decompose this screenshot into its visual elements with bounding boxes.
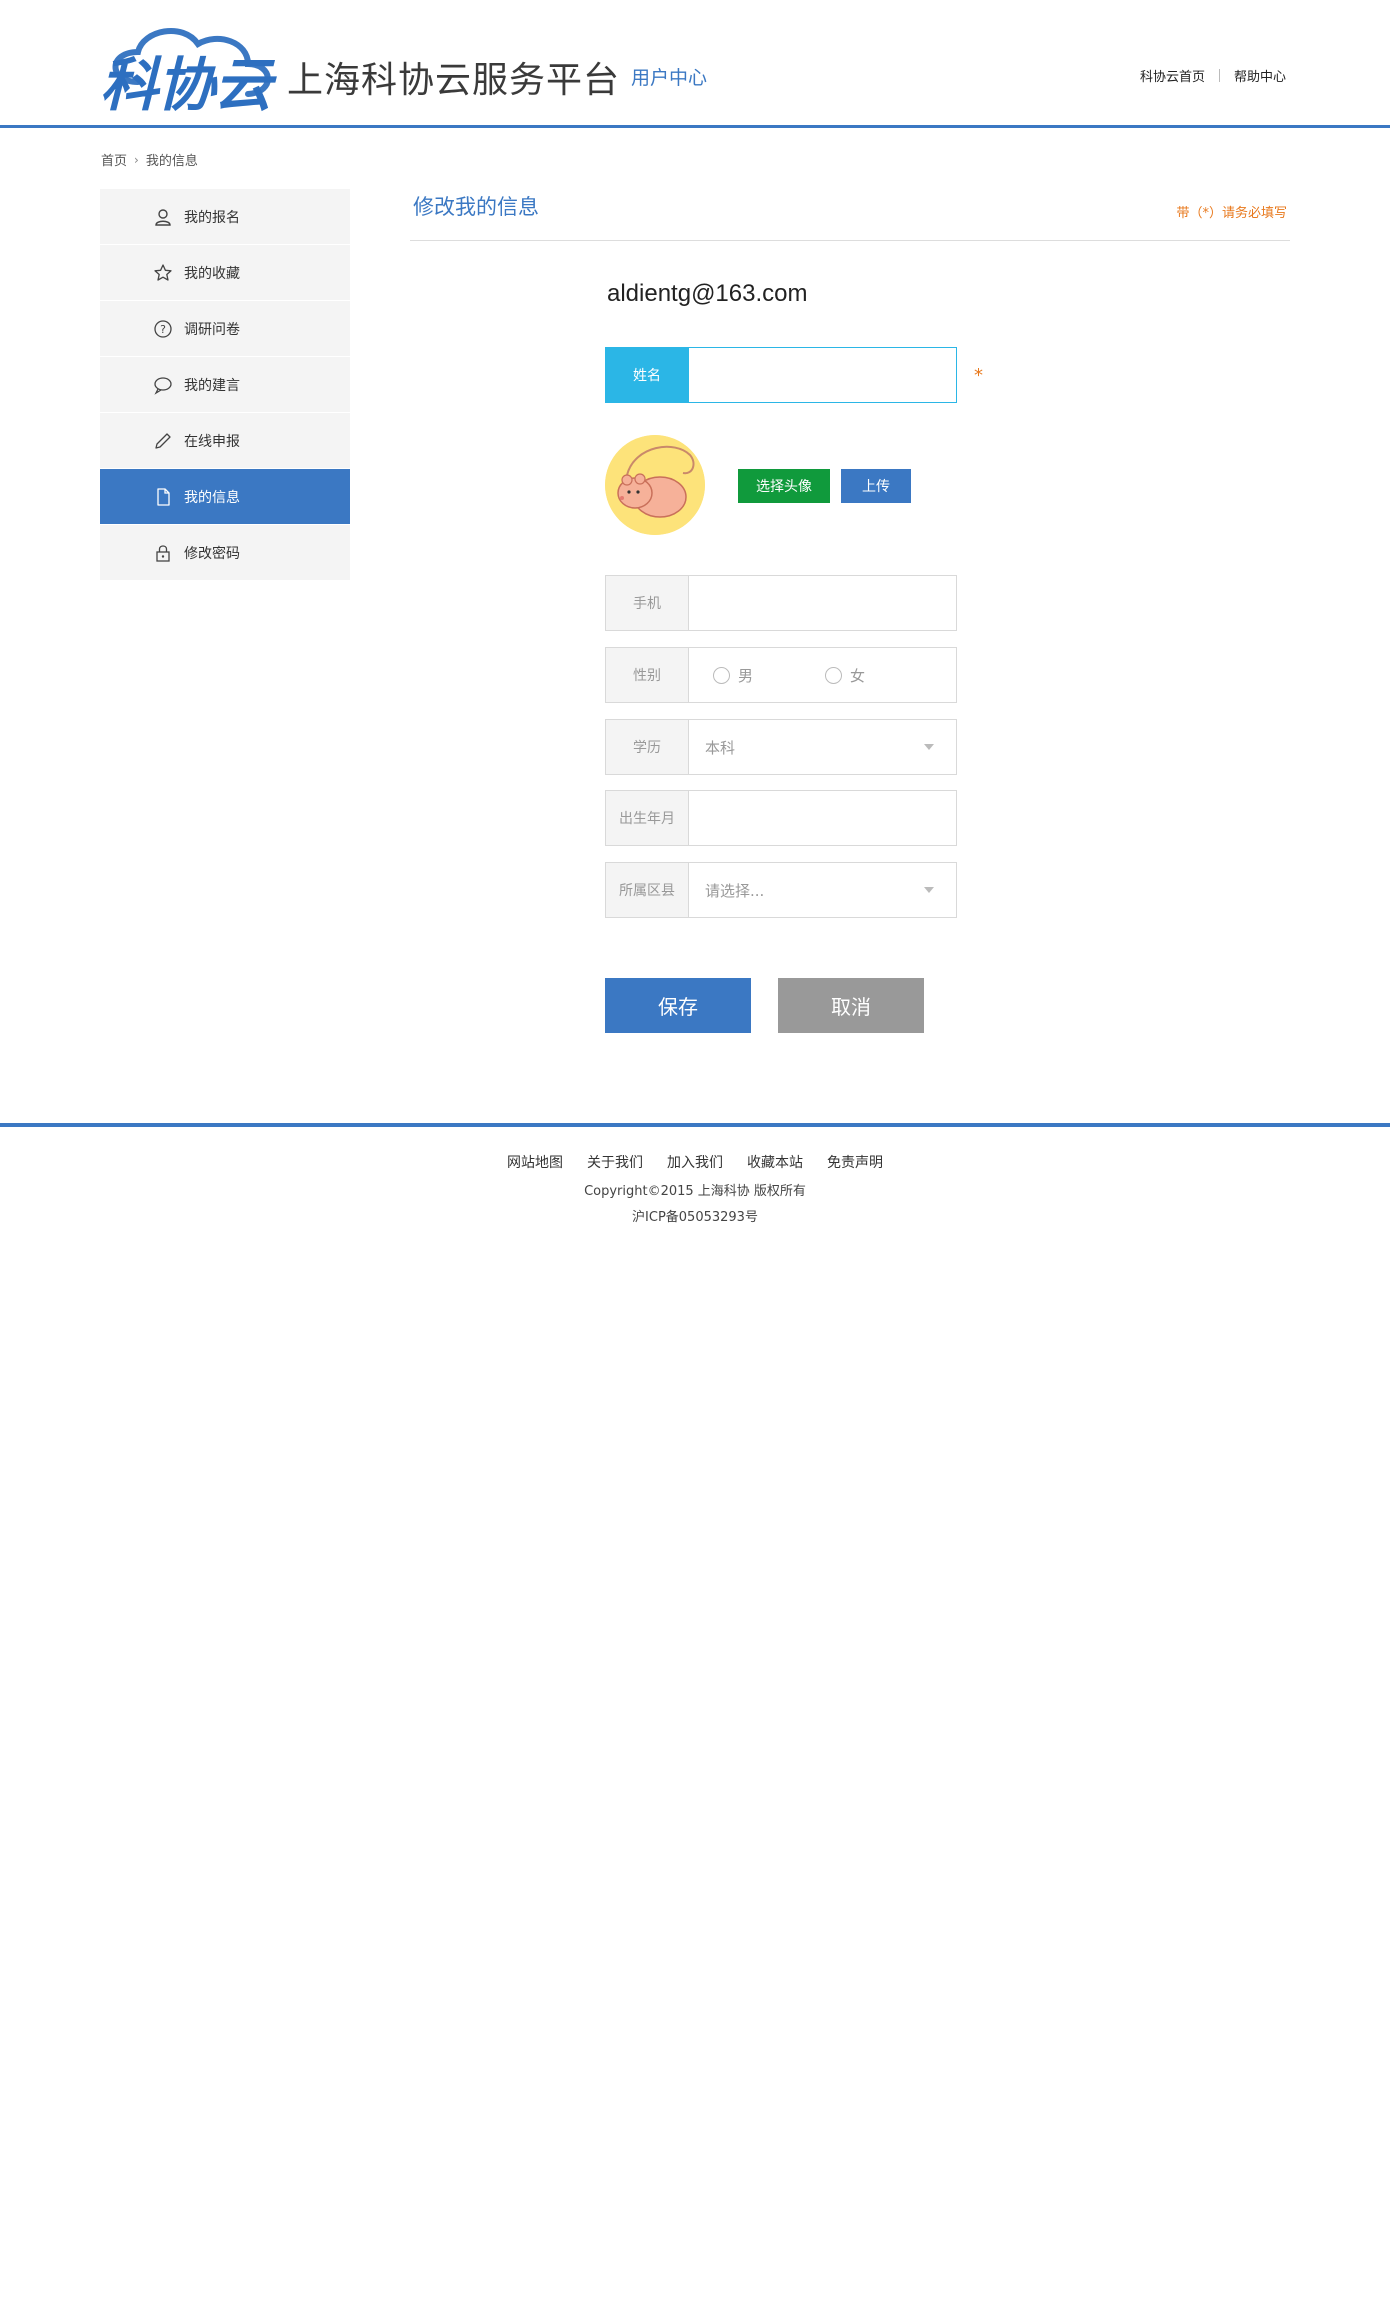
required-asterisk: * xyxy=(974,365,983,386)
copyright: Copyright©2015 上海科协 版权所有 xyxy=(584,1184,806,1199)
user-icon xyxy=(152,206,174,228)
chevron-down-icon xyxy=(924,887,934,893)
help-link[interactable]: 帮助中心 xyxy=(1234,66,1286,85)
radio-label: 男 xyxy=(738,666,754,685)
footer-link-sitemap[interactable]: 网站地图 xyxy=(507,1152,563,1172)
sidebar-item-label: 我的建言 xyxy=(184,377,240,394)
gender-field: 性别 男 女 xyxy=(605,647,957,703)
breadcrumb-current: 我的信息 xyxy=(145,154,198,169)
star-icon xyxy=(152,262,174,284)
sidebar-item-registrations[interactable]: 我的报名 xyxy=(100,189,350,245)
sidebar-item-label: 修改密码 xyxy=(184,545,240,562)
radio-label: 女 xyxy=(850,666,866,685)
document-icon xyxy=(152,486,174,508)
sidebar-item-survey[interactable]: ? 调研问卷 xyxy=(100,301,350,357)
name-input[interactable] xyxy=(705,348,956,402)
radio-circle-icon xyxy=(713,666,730,684)
page-title: 修改我的信息 xyxy=(413,195,539,219)
upload-button[interactable]: 上传 xyxy=(841,469,911,503)
sidebar-item-label: 我的收藏 xyxy=(184,265,240,282)
footer-link-join[interactable]: 加入我们 xyxy=(667,1152,723,1172)
sidebar-item-suggestions[interactable]: 我的建言 xyxy=(100,357,350,413)
footer-link-bookmark[interactable]: 收藏本站 xyxy=(747,1152,803,1172)
phone-field: 手机 xyxy=(605,575,957,631)
sidebar-item-my-info[interactable]: 我的信息 xyxy=(100,469,350,525)
name-label: 姓名 xyxy=(606,348,689,402)
email-display: aldientg@163.com xyxy=(607,280,808,307)
district-label: 所属区县 xyxy=(606,863,689,917)
gender-radio-female[interactable]: 女 xyxy=(825,665,865,686)
logo-text[interactable]: 科协云 xyxy=(100,38,272,122)
sidebar-item-change-password[interactable]: 修改密码 xyxy=(100,525,350,581)
breadcrumb-home[interactable]: 首页 xyxy=(101,150,127,169)
name-field: 姓名 xyxy=(605,347,957,403)
footer-links: 网站地图 关于我们 加入我们 收藏本站 免责声明 xyxy=(0,1152,1390,1172)
question-icon: ? xyxy=(152,318,174,340)
district-placeholder: 请选择... xyxy=(705,881,765,900)
footer-link-disclaimer[interactable]: 免责声明 xyxy=(827,1152,883,1172)
birth-label: 出生年月 xyxy=(606,791,689,845)
icp-number: 沪ICP备05053293号 xyxy=(632,1210,758,1225)
required-note: 带（*）请务必填写 xyxy=(1176,206,1287,221)
pencil-icon xyxy=(152,430,174,452)
radio-circle-icon xyxy=(825,666,843,684)
district-select[interactable]: 所属区县 请选择... xyxy=(605,862,957,918)
home-link[interactable]: 科协云首页 xyxy=(1140,66,1205,85)
breadcrumb: 首页 › 我的信息 xyxy=(101,150,198,170)
avatar xyxy=(605,435,705,535)
gender-label: 性别 xyxy=(606,648,689,702)
education-select[interactable]: 学历 本科 xyxy=(605,719,957,775)
save-button[interactable]: 保存 xyxy=(605,978,751,1033)
svg-text:?: ? xyxy=(160,323,166,336)
sidebar-item-favorites[interactable]: 我的收藏 xyxy=(100,245,350,301)
footer-divider xyxy=(0,1123,1390,1127)
divider xyxy=(1218,69,1220,82)
sidebar-item-label: 我的报名 xyxy=(184,209,240,226)
top-links: 科协云首页 帮助中心 xyxy=(1140,66,1286,85)
education-label: 学历 xyxy=(606,720,689,774)
hamster-avatar-icon xyxy=(605,435,705,535)
sidebar: 我的报名 我的收藏 ? 调研问卷 我的建言 在线申报 我的信息 修改密码 xyxy=(100,189,350,581)
gender-radio-male[interactable]: 男 xyxy=(713,665,753,686)
user-center-title: 用户中心 xyxy=(631,67,708,89)
cancel-button[interactable]: 取消 xyxy=(778,978,924,1033)
phone-input[interactable] xyxy=(705,576,956,630)
sidebar-item-label: 调研问卷 xyxy=(184,321,240,338)
phone-label: 手机 xyxy=(606,576,689,630)
header: 科协云 上海科协云服务平台 用户中心 科协云首页 帮助中心 xyxy=(0,0,1390,128)
birth-input[interactable] xyxy=(705,791,956,845)
sidebar-item-label: 我的信息 xyxy=(184,489,240,506)
site-title: 上海科协云服务平台 xyxy=(287,60,621,101)
chevron-down-icon xyxy=(924,744,934,750)
lock-icon xyxy=(152,542,174,564)
choose-avatar-button[interactable]: 选择头像 xyxy=(738,469,830,503)
birth-field: 出生年月 xyxy=(605,790,957,846)
chevron-right-icon: › xyxy=(134,152,139,167)
education-value: 本科 xyxy=(705,738,736,757)
sidebar-item-online-apply[interactable]: 在线申报 xyxy=(100,413,350,469)
sidebar-item-label: 在线申报 xyxy=(184,433,240,450)
footer-link-about[interactable]: 关于我们 xyxy=(587,1152,643,1172)
divider xyxy=(410,240,1290,241)
speech-bubble-icon xyxy=(152,374,174,396)
